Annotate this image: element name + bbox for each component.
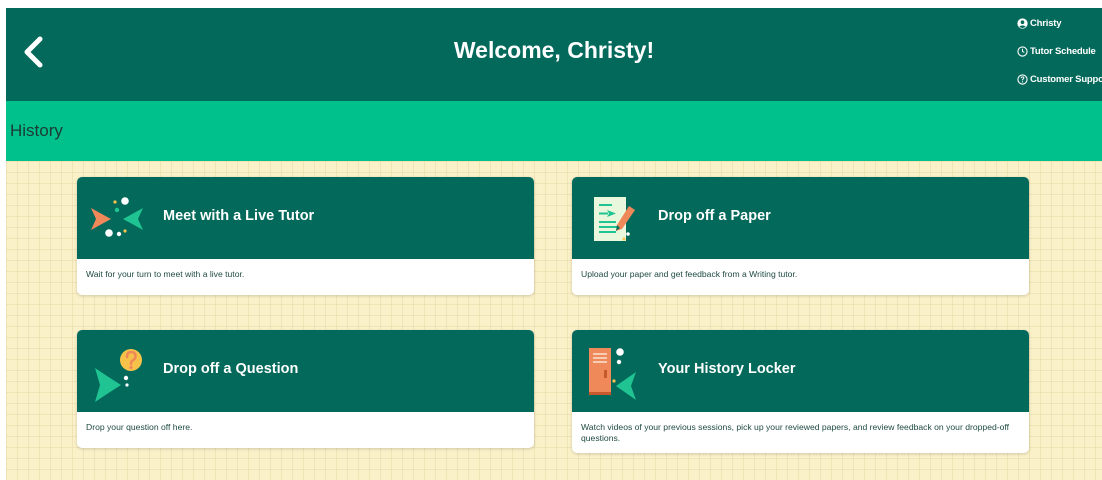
card-description: Wait for your turn to meet with a live t… [86, 269, 245, 279]
card-header: Your History Locker [572, 330, 1029, 412]
user-menu-item-profile[interactable]: Christy [1017, 16, 1102, 30]
card-description: Drop your question off here. [86, 422, 193, 432]
user-menu-item-tutor-schedule[interactable]: Tutor Schedule [1017, 44, 1102, 58]
user-menu-label: Christy [1030, 17, 1062, 29]
user-menu: Christy Tutor Schedule Customer Suppo [1017, 16, 1102, 100]
live-tutor-icon [91, 197, 143, 237]
paper-icon [594, 197, 635, 241]
card-history-locker[interactable]: Your History Locker Watch videos of your… [572, 330, 1029, 453]
clock-icon [1017, 45, 1028, 57]
top-header: Welcome, Christy! Christy Tutor Schedule [6, 8, 1102, 101]
welcome-title: Welcome, Christy! [453, 37, 655, 63]
user-menu-label: Tutor Schedule [1030, 45, 1096, 57]
card-description: Watch videos of your previous sessions, … [581, 422, 1010, 443]
help-circle-icon [1017, 73, 1028, 85]
app-frame: Welcome, Christy! Christy Tutor Schedule [6, 8, 1102, 480]
user-circle-icon [1017, 17, 1028, 29]
user-menu-item-customer-support[interactable]: Customer Suppo [1017, 72, 1102, 86]
card-title: Drop off a Question [163, 361, 299, 377]
card-title: Meet with a Live Tutor [163, 208, 315, 224]
card-title: Your History Locker [658, 361, 796, 377]
card-drop-paper[interactable]: Drop off a Paper Upload your paper and g… [572, 177, 1029, 295]
card-drop-question[interactable]: Drop off a Question Drop your question o… [77, 330, 534, 448]
history-link[interactable]: History [10, 121, 63, 141]
card-live-tutor[interactable]: Meet with a Live Tutor Wait for your tur… [77, 177, 534, 295]
history-bar: History [6, 101, 1102, 161]
locker-icon [589, 348, 636, 400]
user-menu-label: Customer Suppo [1030, 73, 1102, 85]
card-title: Drop off a Paper [658, 208, 771, 224]
card-header: Drop off a Paper [572, 177, 1029, 259]
card-header: Meet with a Live Tutor [77, 177, 534, 259]
card-header: Drop off a Question [77, 330, 534, 412]
card-description: Upload your paper and get feedback from … [581, 269, 798, 279]
dashboard-content: Meet with a Live Tutor Wait for your tur… [6, 161, 1102, 480]
question-icon [95, 349, 142, 402]
